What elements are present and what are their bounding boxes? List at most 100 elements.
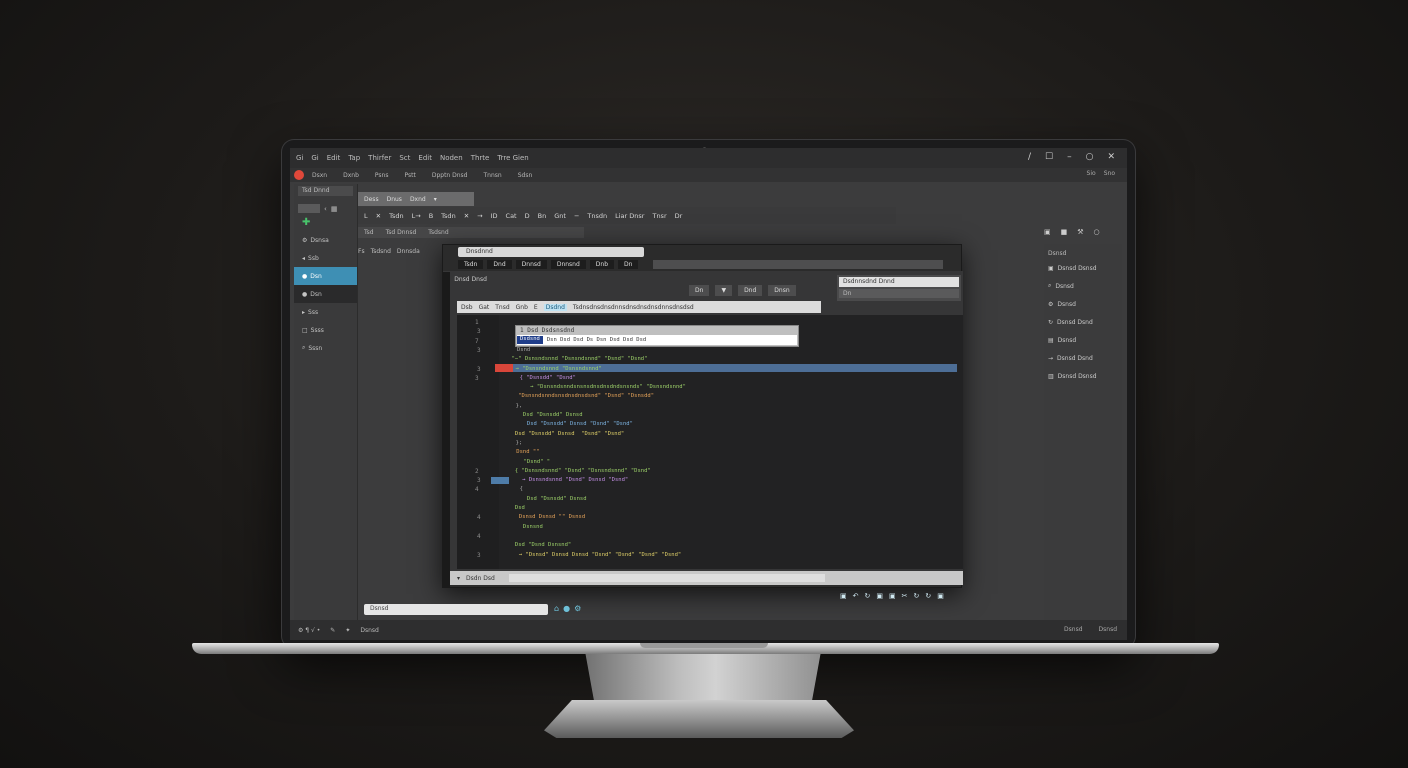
toolbar-button[interactable]: Liar Dnsr <box>615 212 644 220</box>
dialog-menu-item-3[interactable]: Dnnsnd <box>550 260 586 269</box>
bottom-tool-icon[interactable]: ● <box>563 604 570 613</box>
path-item[interactable]: Dnnsda <box>397 248 420 255</box>
dialog-menu-item-1[interactable]: Dnd <box>487 260 512 269</box>
autocomplete-item[interactable]: Dsdsnd Dsn Dsd Dsd Ds Dsn Dsd Dsd Dsd <box>517 335 797 345</box>
right-panel-item[interactable]: ⌕ Dsnsd <box>1044 277 1122 295</box>
path-item[interactable]: Fs <box>358 248 365 255</box>
dialog-button-0[interactable]: Dn <box>689 285 710 296</box>
grid-icon[interactable]: ▦ <box>331 205 338 213</box>
menu-item-4[interactable]: Thirfer <box>368 154 391 162</box>
status-item[interactable]: Dsnsd <box>1099 626 1117 633</box>
dialog-footer-icon[interactable]: ▣ <box>840 592 847 600</box>
filter-input[interactable] <box>298 204 320 213</box>
menu-item-0[interactable]: Gi <box>296 154 303 162</box>
menu-item-1[interactable]: Gi <box>311 154 318 162</box>
find-option[interactable]: Tnsd <box>495 304 509 311</box>
toolbar-button[interactable]: L→ <box>412 212 421 220</box>
toolbar-button[interactable]: ✕ <box>376 212 381 220</box>
close-icon[interactable]: ✕ <box>1107 152 1115 162</box>
code-editor[interactable]: 1 Dsd Dsdsnsdnd Dsdsnd Dsn Dsd Dsd Ds Ds… <box>457 315 963 569</box>
resize-icon[interactable]: ∕ <box>1028 152 1031 162</box>
menu-item-5[interactable]: Sct <box>399 154 410 162</box>
left-panel-item[interactable]: ◂ Ssb <box>294 249 357 267</box>
path-item[interactable]: Tsdsnd <box>371 248 391 255</box>
editor-tab-2[interactable]: Dxnd <box>410 196 426 203</box>
subbar-item[interactable]: Tsdsnd <box>428 229 448 236</box>
menu-item-8[interactable]: Thrte <box>471 154 490 162</box>
bottom-tool-icon[interactable]: ⚙ <box>574 604 581 613</box>
tab-6[interactable]: Sdsn <box>518 172 533 179</box>
right-panel-item[interactable]: ▥ Dsnsd Dsnsd <box>1044 367 1122 385</box>
bottom-search-input[interactable]: Dsnsd <box>364 604 548 615</box>
bottom-tool-icon[interactable]: ⌂ <box>554 604 559 613</box>
menu-item-3[interactable]: Tap <box>348 154 360 162</box>
toolbar-button[interactable]: Dr <box>675 212 683 220</box>
tab-5[interactable]: Tnnsn <box>484 172 502 179</box>
tab-0[interactable]: Dsxn <box>312 172 327 179</box>
dialog-footer-icon[interactable]: ▣ <box>937 592 944 600</box>
right-panel-item[interactable]: ▣ Dsnsd Dsnsd <box>1044 259 1122 277</box>
toolbar-button[interactable]: D <box>525 212 530 220</box>
add-icon[interactable]: ✚ <box>294 217 357 231</box>
menu-item-7[interactable]: Noden <box>440 154 463 162</box>
dialog-button-2[interactable]: Dnd <box>738 285 763 296</box>
tab-bar-action-0[interactable]: Sio <box>1087 170 1096 177</box>
find-option[interactable]: Gnb <box>516 304 528 311</box>
dialog-menu-item-4[interactable]: Dnb <box>589 260 615 269</box>
toolbar-button[interactable]: Tnsdn <box>587 212 607 220</box>
left-panel-item[interactable]: ● Dsn <box>294 267 357 285</box>
dialog-menu-item-5[interactable]: Dn <box>618 260 639 269</box>
left-panel-item[interactable]: ⌕ Sssn <box>294 339 357 357</box>
dialog-scrollbar[interactable] <box>442 272 450 588</box>
dialog-footer-icon[interactable]: ✂ <box>902 592 908 600</box>
status-item[interactable]: Dsnsd <box>360 627 378 634</box>
tab-4[interactable]: Dpptn Dnsd <box>432 172 468 179</box>
status-item[interactable]: Dsnsd <box>1064 626 1082 633</box>
toolbar-button[interactable]: B <box>429 212 433 220</box>
left-panel-item[interactable]: ▸ Sss <box>294 303 357 321</box>
status-item[interactable]: ✦ <box>345 627 350 634</box>
toolbar-button[interactable]: Gnt <box>554 212 566 220</box>
subbar-item[interactable]: Tsd <box>364 229 374 236</box>
dialog-footer-icon[interactable]: ↻ <box>914 592 920 600</box>
menu-item-9[interactable]: Trre Gien <box>497 154 528 162</box>
toolbar-button[interactable]: → <box>477 212 482 220</box>
dialog-footer-icon[interactable]: ↻ <box>865 592 871 600</box>
tab-2[interactable]: Psns <box>375 172 389 179</box>
chevron-left-icon[interactable]: ‹ <box>324 205 327 213</box>
record-icon[interactable] <box>294 170 304 180</box>
dialog-footer-icon[interactable]: ↶ <box>853 592 859 600</box>
editor-tab-0[interactable]: Dess <box>364 196 379 203</box>
toolbar-button[interactable]: Tsdn <box>389 212 404 220</box>
status-item[interactable]: ✎ <box>330 627 335 634</box>
dialog-menu-item-2[interactable]: Dnnsd <box>515 260 547 269</box>
find-option[interactable]: Gat <box>479 304 490 311</box>
tab-bar-action-1[interactable]: Sno <box>1104 170 1115 177</box>
toolbar-button[interactable]: − <box>574 212 579 220</box>
dialog-title-field[interactable]: Dnsdnnd <box>458 247 644 257</box>
dialog-status-input[interactable] <box>508 574 825 582</box>
right-panel-tool-icon[interactable]: ▣ <box>1044 228 1051 236</box>
dropdown-icon[interactable]: ▾ <box>457 575 460 582</box>
toolbar-button[interactable]: Bn <box>538 212 547 220</box>
tab-3[interactable]: Pstt <box>404 172 415 179</box>
right-panel-item[interactable]: ↻ Dsnsd Dsnd <box>1044 313 1122 331</box>
maximize-icon[interactable]: ☐ <box>1045 152 1053 162</box>
right-panel-tool-icon[interactable]: ⚒ <box>1077 228 1083 236</box>
minimize-icon[interactable]: – <box>1067 152 1072 162</box>
right-panel-tool-icon[interactable]: ■ <box>1061 228 1068 236</box>
toolbar-button[interactable]: L <box>364 212 368 220</box>
subbar-item[interactable]: Tsd Dnnsd <box>386 229 417 236</box>
menu-item-6[interactable]: Edit <box>418 154 432 162</box>
chevron-down-icon[interactable]: ▾ <box>434 196 437 203</box>
menu-item-2[interactable]: Edit <box>327 154 341 162</box>
right-panel-item[interactable]: ⚙ Dsnsd <box>1044 295 1122 313</box>
side-search-input[interactable]: Dsdnnsdnd Dnnd <box>839 277 959 287</box>
dialog-button-3[interactable]: Dnsn <box>768 285 796 296</box>
toolbar-button[interactable]: Tsdn <box>441 212 456 220</box>
find-option[interactable]: E <box>534 304 538 311</box>
left-panel-item[interactable]: □ Ssss <box>294 321 357 339</box>
left-panel-item[interactable]: ⚙ Dsnsa <box>294 231 357 249</box>
dialog-footer-icon[interactable]: ▣ <box>876 592 883 600</box>
left-panel-item[interactable]: ● Dsn <box>294 285 357 303</box>
